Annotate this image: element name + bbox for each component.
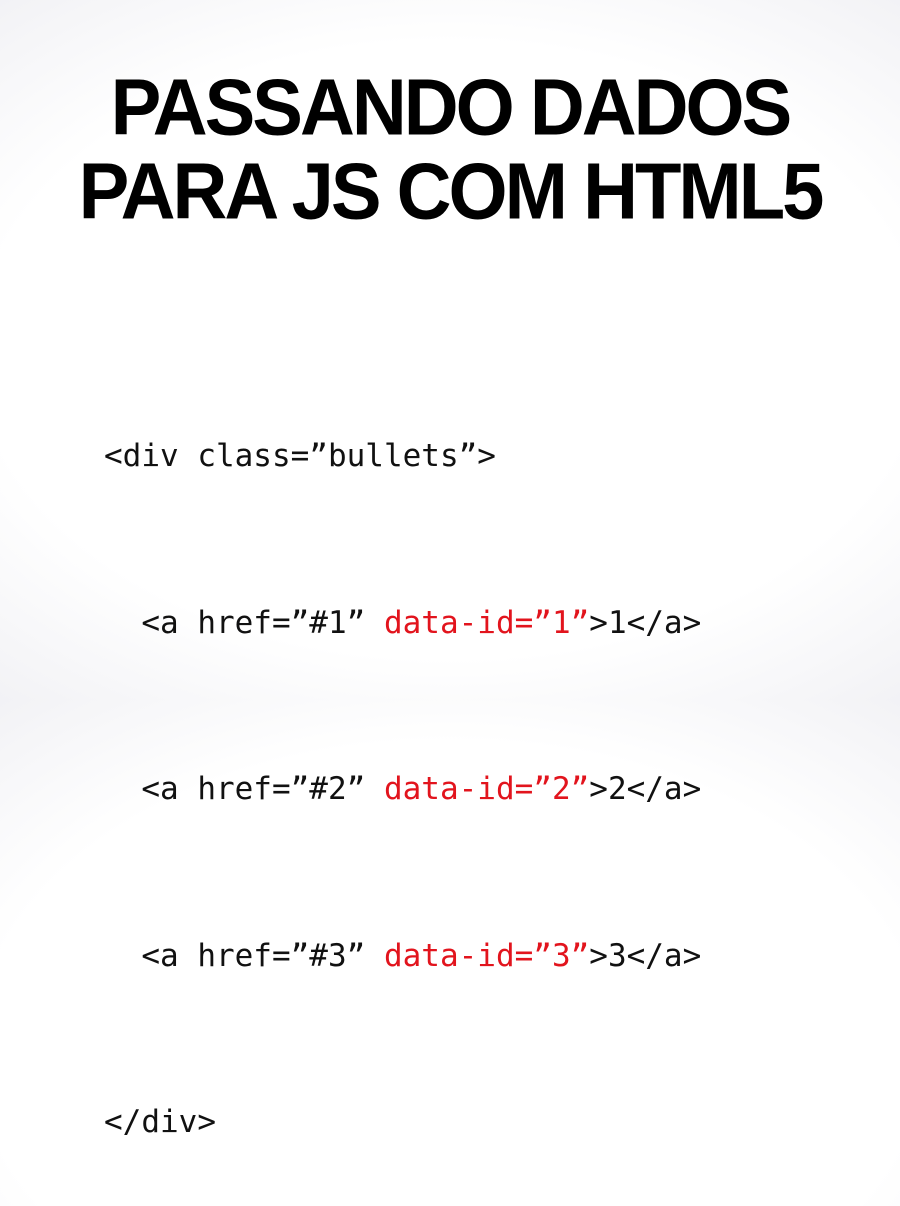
code-line-close-div: </div>	[104, 1104, 216, 1140]
code-line-link-2: <a href=”#2” data-id=”2”>2</a>	[104, 762, 701, 818]
code-token-data-attr: data-id=”3”	[383, 937, 590, 974]
code-token-data-attr: data-id=”2”	[383, 771, 590, 807]
code-token-data-attr: data-id=”1”	[383, 604, 590, 641]
code-line-link-3: <a href=”#3” data-id=”3”>3</a>	[104, 929, 701, 985]
page-title: PASSANDO DADOS PARA JS COM HTML5	[0, 62, 900, 237]
code-line-link-1: <a href=”#1” data-id=”1”>1</a>	[104, 596, 701, 652]
code-token-plain: <a href=”#1”	[104, 604, 384, 641]
code-line-open-div: <div class=”bullets”>	[104, 438, 496, 474]
code-token-plain: >3</a>	[589, 937, 702, 974]
code-token-plain: >1</a>	[589, 604, 702, 641]
code-token-plain: <a href=”#2”	[104, 771, 384, 807]
code-token-plain: <a href=”#3”	[104, 937, 384, 974]
title-line-1: PASSANDO DADOS	[110, 62, 793, 153]
title-line-2: PARA JS COM HTML5	[78, 146, 825, 237]
code-block: <div class=”bullets”> <a href=”#1” data-…	[104, 318, 701, 1206]
code-token-plain: >2</a>	[589, 771, 702, 807]
